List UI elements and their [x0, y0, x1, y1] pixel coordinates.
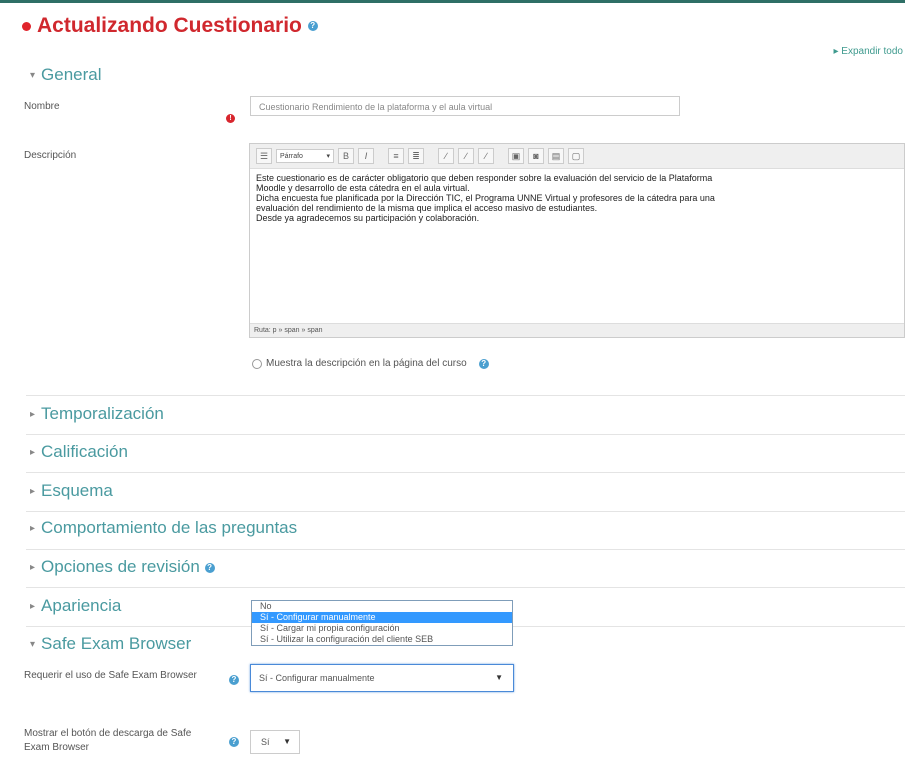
section-grade-label: Calificación: [41, 442, 128, 461]
required-dot-icon: [22, 21, 31, 31]
top-border: [0, 0, 905, 3]
section-timing-header[interactable]: ▸ Temporalización: [30, 404, 164, 424]
section-timing-label: Temporalización: [41, 404, 164, 423]
section-seb-header[interactable]: ▾ Safe Exam Browser: [30, 634, 191, 654]
description-editor[interactable]: ☰ Párrafo ▾ B I ≡ ≣ ∕ ∕ ∕ ▣ ◙ ▤ ▢ Este cu…: [249, 143, 905, 338]
section-appearance-label: Apariencia: [41, 596, 122, 615]
section-seb-label: Safe Exam Browser: [41, 634, 192, 653]
bold-icon[interactable]: B: [338, 148, 354, 164]
chevron-right-icon: ▸: [30, 447, 36, 459]
download-button-value: Sí: [261, 737, 270, 747]
require-seb-label: Requerir el uso de Safe Exam Browser: [24, 670, 197, 681]
dropdown-option[interactable]: No: [252, 601, 512, 612]
chevron-down-icon: ▼: [283, 737, 291, 746]
ordered-list-icon[interactable]: ≣: [408, 148, 424, 164]
paragraph-style-value: Párrafo: [280, 153, 303, 160]
dropdown-option-selected[interactable]: Sí - Configurar manualmente: [252, 612, 512, 623]
chevron-down-icon: ▾: [326, 153, 330, 160]
section-grade-header[interactable]: ▸ Calificación: [30, 442, 128, 462]
description-label: Descripción: [24, 150, 77, 161]
chevron-down-icon: ▾: [30, 70, 36, 82]
link-icon[interactable]: ∕: [438, 148, 454, 164]
content-line: Moodle y desarrollo de esta cátedra en e…: [256, 183, 470, 193]
unordered-list-icon[interactable]: ≡: [388, 148, 404, 164]
divider: [26, 511, 905, 512]
media-icon[interactable]: ◙: [528, 148, 544, 164]
editor-status-path: Ruta: p » span » span: [250, 323, 904, 337]
show-description-label: Muestra la descripción en la página del …: [266, 358, 467, 369]
paragraph-style-select[interactable]: Párrafo ▾: [276, 149, 334, 163]
unlink-icon[interactable]: ∕: [458, 148, 474, 164]
page-title-text: Actualizando Cuestionario: [37, 14, 302, 37]
section-question-behaviour-header[interactable]: ▸ Comportamiento de las preguntas: [30, 518, 297, 538]
section-appearance-header[interactable]: ▸ Apariencia: [30, 596, 121, 616]
download-button-select[interactable]: Sí ▼: [250, 730, 300, 754]
section-layout-label: Esquema: [41, 481, 113, 500]
chevron-right-icon: ▸: [30, 486, 36, 498]
divider: [26, 395, 905, 396]
italic-icon[interactable]: I: [358, 148, 374, 164]
emoticon-icon[interactable]: ∕: [478, 148, 494, 164]
image-icon[interactable]: ▣: [508, 148, 524, 164]
content-line: Este cuestionario es de carácter obligat…: [256, 173, 713, 183]
divider: [26, 549, 905, 550]
section-general-label: General: [41, 65, 102, 84]
chevron-right-icon: ▸: [30, 523, 36, 535]
content-line: Dicha encuesta fue planificada por la Di…: [256, 193, 715, 203]
show-description-row[interactable]: Muestra la descripción en la página del …: [252, 358, 489, 369]
require-seb-value: Sí - Configurar manualmente: [259, 673, 375, 683]
editor-content[interactable]: Este cuestionario es de carácter obligat…: [250, 169, 904, 227]
page-title: Actualizando Cuestionario ?: [22, 14, 318, 38]
divider: [26, 472, 905, 473]
chevron-right-icon: ▸: [30, 601, 36, 613]
section-layout-header[interactable]: ▸ Esquema: [30, 481, 113, 501]
section-question-behaviour-label: Comportamiento de las preguntas: [41, 518, 298, 537]
divider: [26, 587, 905, 588]
chevron-down-icon: ▾: [30, 639, 36, 651]
name-input[interactable]: Cuestionario Rendimiento de la plataform…: [250, 96, 680, 116]
chevron-right-icon: ▸: [30, 562, 36, 574]
divider: [26, 434, 905, 435]
require-seb-select[interactable]: Sí - Configurar manualmente ▼: [250, 664, 514, 692]
require-seb-dropdown-list[interactable]: No Sí - Configurar manualmente Sí - Carg…: [251, 600, 513, 646]
chevron-down-icon: ▼: [495, 673, 503, 682]
section-review-options-header[interactable]: ▸ Opciones de revisión ?: [30, 557, 215, 577]
help-icon[interactable]: ?: [229, 675, 239, 685]
download-button-label: Mostrar el botón de descarga de Safe Exa…: [24, 728, 192, 753]
section-review-options-label: Opciones de revisión: [41, 557, 200, 576]
section-general-header[interactable]: ▾ General: [30, 65, 102, 85]
dropdown-option[interactable]: Sí - Cargar mi propia configuración: [252, 623, 512, 634]
required-icon: !: [226, 114, 235, 123]
content-line: evaluación del rendimiento de la misma q…: [256, 203, 598, 213]
dropdown-option[interactable]: Sí - Utilizar la configuración del clien…: [252, 634, 512, 645]
file-icon[interactable]: ▤: [548, 148, 564, 164]
help-icon[interactable]: ?: [204, 562, 215, 573]
toolbar-toggle-icon[interactable]: ☰: [256, 148, 272, 164]
name-label: Nombre: [24, 101, 60, 112]
expand-all-link[interactable]: ▸ Expandir todo: [833, 46, 903, 57]
manage-files-icon[interactable]: ▢: [568, 148, 584, 164]
editor-toolbar: ☰ Párrafo ▾ B I ≡ ≣ ∕ ∕ ∕ ▣ ◙ ▤ ▢: [250, 144, 904, 169]
help-icon[interactable]: ?: [307, 21, 318, 32]
show-description-checkbox[interactable]: [252, 358, 262, 369]
chevron-right-icon: ▸: [30, 409, 36, 421]
content-line: Desde ya agradecemos su participación y …: [256, 213, 480, 223]
help-icon[interactable]: ?: [229, 737, 239, 747]
help-icon[interactable]: ?: [478, 358, 489, 369]
